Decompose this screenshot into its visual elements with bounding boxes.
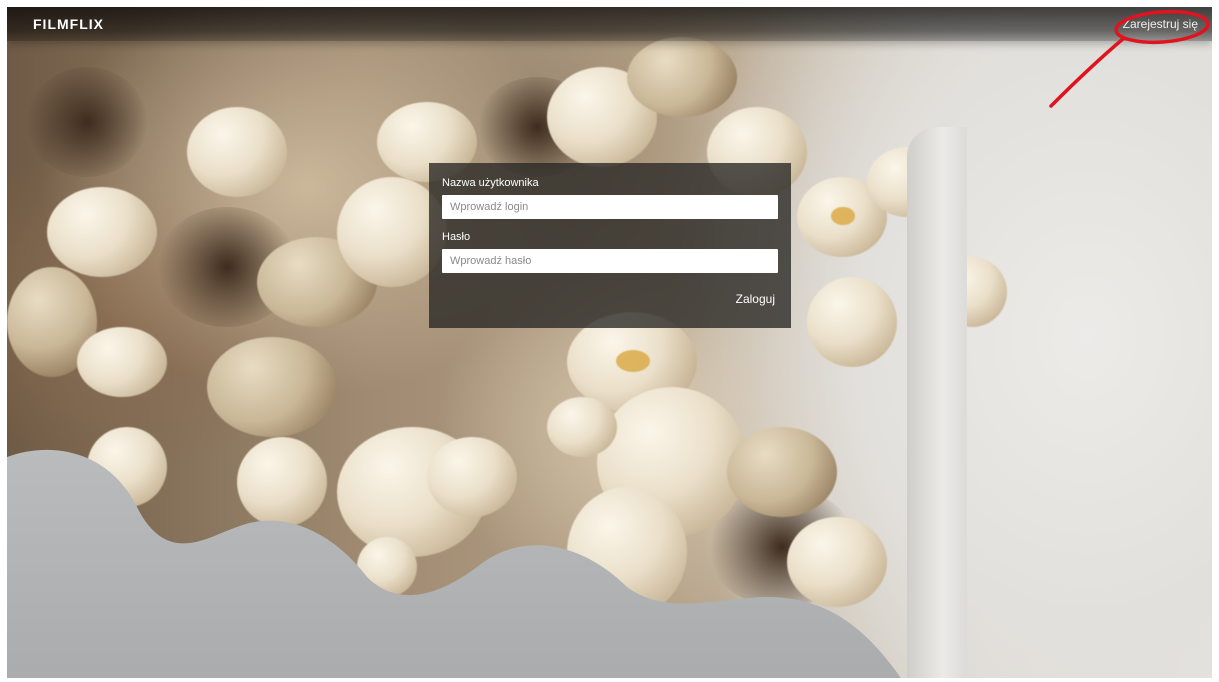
- register-link[interactable]: Zarejestruj się: [1123, 17, 1198, 31]
- popcorn-kernel: [207, 337, 337, 437]
- popcorn-kernel: [77, 327, 167, 397]
- bucket-front: [7, 449, 901, 678]
- background-popcorn-image: FILMFLIX Zarejestruj się Nazwa użytkowni…: [7, 7, 1212, 678]
- username-label: Nazwa użytkownika: [442, 177, 539, 189]
- popcorn-kernel: [187, 107, 287, 197]
- popcorn-kernel: [47, 187, 157, 277]
- password-label: Hasło: [442, 231, 471, 243]
- login-button[interactable]: Zaloguj: [736, 292, 775, 306]
- popcorn-kernel: [807, 277, 897, 367]
- popcorn-shadow: [27, 67, 147, 177]
- bucket-side: [907, 127, 967, 678]
- password-input[interactable]: [442, 249, 778, 273]
- top-navigation-bar: FILMFLIX Zarejestruj się: [7, 7, 1212, 41]
- popcorn-kernel: [627, 37, 737, 117]
- username-input[interactable]: [442, 195, 778, 219]
- login-panel: Nazwa użytkownika Hasło Zaloguj: [429, 163, 791, 328]
- brand-logo[interactable]: FILMFLIX: [33, 16, 104, 32]
